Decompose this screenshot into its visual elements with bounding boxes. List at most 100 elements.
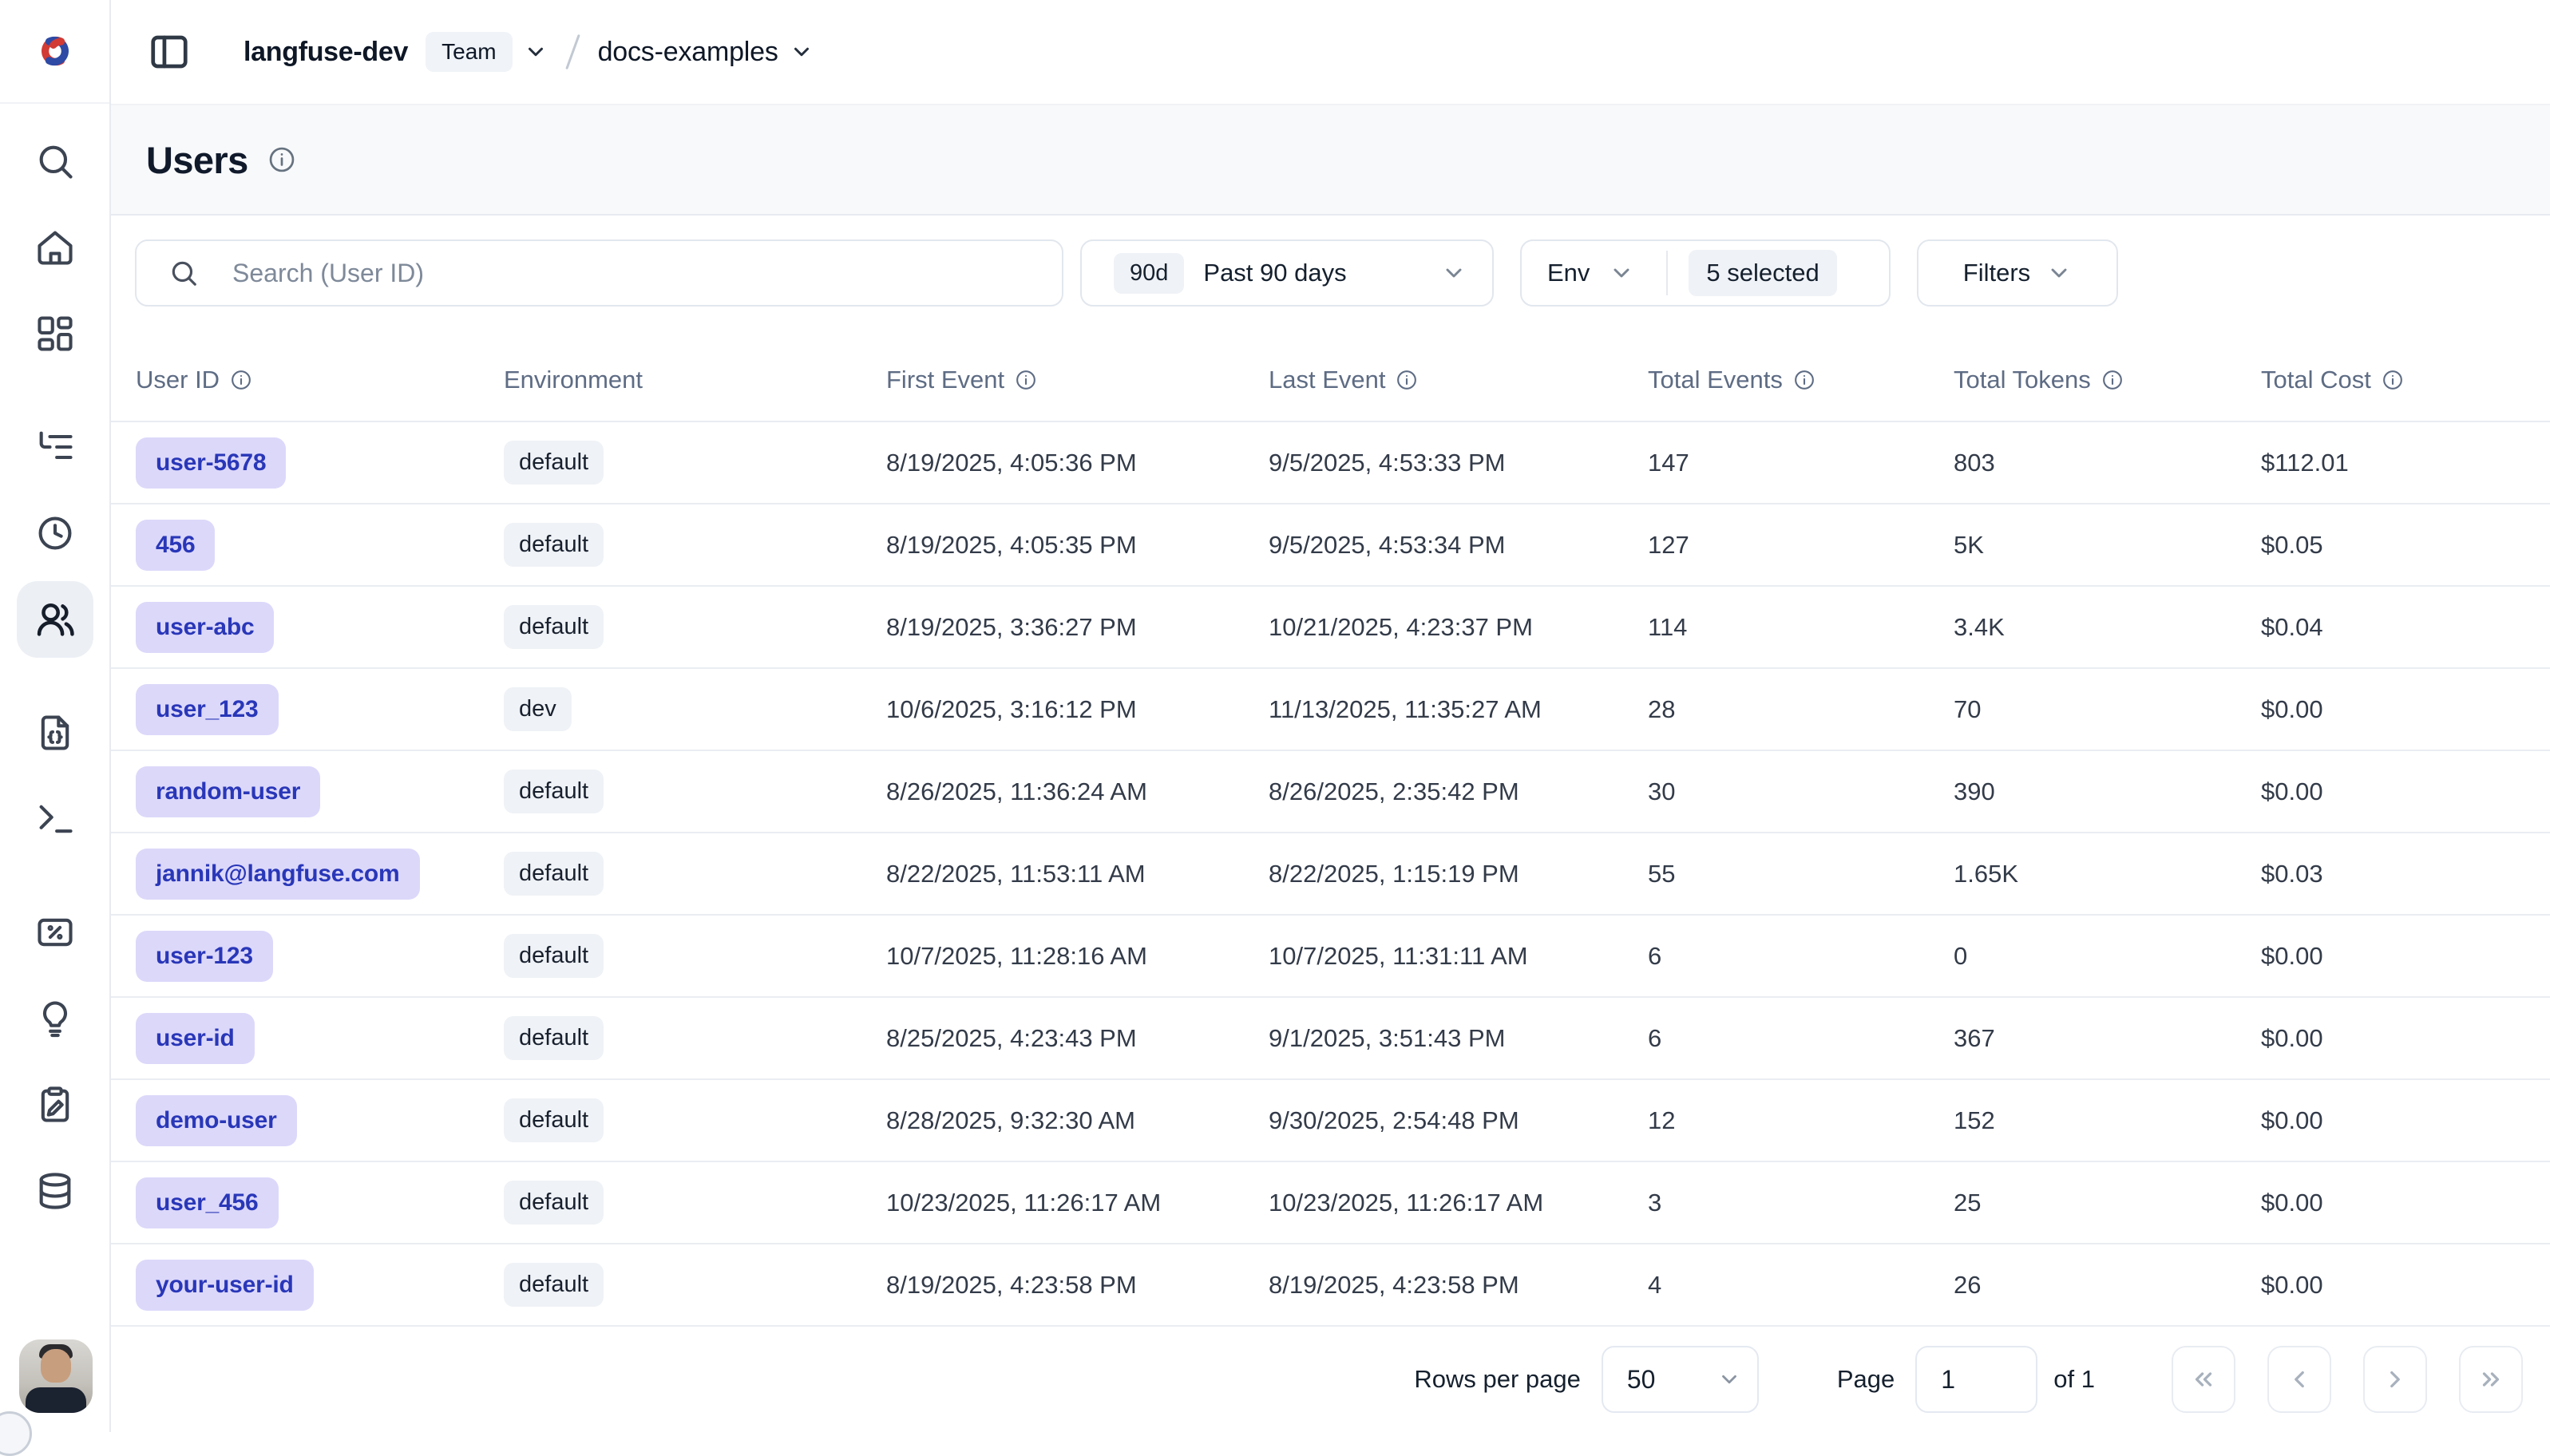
environment-cell: default xyxy=(504,441,886,485)
user-id-badge[interactable]: user-abc xyxy=(136,602,274,653)
table-row[interactable]: user-abcdefault8/19/2025, 3:36:27 PM10/2… xyxy=(111,587,2550,669)
first-event-cell: 8/26/2025, 11:36:24 AM xyxy=(886,777,1269,806)
sidebar-item-prompts[interactable] xyxy=(17,781,93,857)
table-row[interactable]: user-iddefault8/25/2025, 4:23:43 PM9/1/2… xyxy=(111,998,2550,1080)
sidebar-item-dashboards[interactable] xyxy=(17,295,93,372)
breadcrumb-project[interactable]: docs-examples xyxy=(598,37,778,68)
user-id-badge[interactable]: random-user xyxy=(136,766,320,817)
table-row[interactable]: user-5678default8/19/2025, 4:05:36 PM9/5… xyxy=(111,422,2550,504)
user-id-cell: user-5678 xyxy=(136,437,504,489)
time-range-button[interactable]: 90d Past 90 days xyxy=(1080,239,1494,307)
user-id-badge[interactable]: user_123 xyxy=(136,684,279,735)
rows-per-page-select[interactable]: 50 xyxy=(1602,1346,1759,1413)
column-header-environment[interactable]: Environment xyxy=(504,366,886,394)
sidebar-item-users[interactable] xyxy=(17,581,93,658)
user-id-badge[interactable]: user-id xyxy=(136,1013,255,1064)
first-event-cell: 8/25/2025, 4:23:43 PM xyxy=(886,1024,1269,1053)
total-tokens-cell: 25 xyxy=(1954,1189,2261,1217)
total-tokens-cell: 70 xyxy=(1954,695,2261,724)
user-id-cell: jannik@langfuse.com xyxy=(136,849,504,900)
total-tokens-cell: 152 xyxy=(1954,1106,2261,1135)
users-icon xyxy=(34,599,76,640)
table-row[interactable]: 456default8/19/2025, 4:05:35 PM9/5/2025,… xyxy=(111,504,2550,587)
chevron-down-icon xyxy=(1609,260,1634,286)
first-event-cell: 10/23/2025, 11:26:17 AM xyxy=(886,1189,1269,1217)
column-header-total-events[interactable]: Total Events xyxy=(1648,366,1954,394)
next-page-button[interactable] xyxy=(2363,1346,2427,1413)
user-id-badge[interactable]: demo-user xyxy=(136,1095,297,1146)
previous-page-button[interactable] xyxy=(2267,1346,2331,1413)
user-id-badge[interactable]: user_456 xyxy=(136,1177,279,1228)
lightbulb-icon xyxy=(34,998,76,1039)
total-events-cell: 28 xyxy=(1648,695,1954,724)
chevron-down-icon xyxy=(1441,260,1467,286)
last-page-button[interactable] xyxy=(2459,1346,2523,1413)
user-avatar[interactable] xyxy=(19,1339,93,1413)
sidebar-item-sessions[interactable] xyxy=(17,495,93,572)
table-row[interactable]: demo-userdefault8/28/2025, 9:32:30 AM9/3… xyxy=(111,1080,2550,1162)
environment-badge: default xyxy=(504,934,604,978)
total-cost-cell: $0.05 xyxy=(2261,531,2550,560)
total-events-cell: 6 xyxy=(1648,1024,1954,1053)
user-id-badge[interactable]: user-5678 xyxy=(136,437,286,489)
info-icon[interactable] xyxy=(267,145,296,174)
table-body: user-5678default8/19/2025, 4:05:36 PM9/5… xyxy=(111,422,2550,1327)
total-cost-cell: $0.00 xyxy=(2261,1106,2550,1135)
user-id-cell: user-abc xyxy=(136,602,504,653)
column-header-last-event[interactable]: Last Event xyxy=(1269,366,1648,394)
table-row[interactable]: user_456default10/23/2025, 11:26:17 AM10… xyxy=(111,1162,2550,1244)
first-event-cell: 8/22/2025, 11:53:11 AM xyxy=(886,860,1269,888)
total-events-cell: 3 xyxy=(1648,1189,1954,1217)
chevron-down-icon[interactable] xyxy=(790,40,814,64)
total-tokens-cell: 390 xyxy=(1954,777,2261,806)
sidebar-item-insights[interactable] xyxy=(17,980,93,1057)
column-header-total-cost[interactable]: Total Cost xyxy=(2261,366,2550,394)
environment-badge: default xyxy=(504,1098,604,1142)
column-header-total-tokens[interactable]: Total Tokens xyxy=(1954,366,2261,394)
column-header-first-event[interactable]: First Event xyxy=(886,366,1269,394)
terminal-prompt-icon xyxy=(34,798,76,840)
sidebar-item-storage[interactable] xyxy=(17,1153,93,1229)
sidebar-item-annotation[interactable] xyxy=(17,1066,93,1143)
sidebar-item-search[interactable] xyxy=(17,123,93,200)
page-number-input[interactable] xyxy=(1915,1346,2037,1413)
first-event-cell: 10/7/2025, 11:28:16 AM xyxy=(886,942,1269,971)
first-event-cell: 8/28/2025, 9:32:30 AM xyxy=(886,1106,1269,1135)
total-tokens-cell: 1.65K xyxy=(1954,860,2261,888)
table-row[interactable]: user_123dev10/6/2025, 3:16:12 PM11/13/20… xyxy=(111,669,2550,751)
list-tree-icon xyxy=(34,426,76,468)
chevron-right-icon xyxy=(2382,1366,2409,1393)
sidebar-item-evaluators[interactable] xyxy=(17,894,93,971)
user-id-badge[interactable]: jannik@langfuse.com xyxy=(136,849,420,900)
column-header-user-id[interactable]: User ID xyxy=(136,366,504,394)
user-id-cell: user-123 xyxy=(136,931,504,982)
langfuse-logo[interactable] xyxy=(0,0,109,104)
user-id-cell: demo-user xyxy=(136,1095,504,1146)
search-input[interactable] xyxy=(232,259,1062,288)
chevron-down-icon[interactable] xyxy=(524,40,548,64)
table-row[interactable]: jannik@langfuse.comdefault8/22/2025, 11:… xyxy=(111,833,2550,916)
filters-label: Filters xyxy=(1963,259,2030,287)
first-page-button[interactable] xyxy=(2172,1346,2235,1413)
breadcrumb-org[interactable]: langfuse-dev xyxy=(244,37,408,68)
filters-button[interactable]: Filters xyxy=(1917,239,2118,307)
total-tokens-cell: 367 xyxy=(1954,1024,2261,1053)
table-row[interactable]: random-userdefault8/26/2025, 11:36:24 AM… xyxy=(111,751,2550,833)
sidebar-item-home[interactable] xyxy=(17,209,93,286)
sidebar-item-datasets[interactable] xyxy=(17,694,93,771)
environment-badge: default xyxy=(504,441,604,485)
avatar-face xyxy=(41,1349,71,1383)
search-box[interactable] xyxy=(135,239,1063,307)
sidebar-toggle-button[interactable] xyxy=(146,29,192,75)
user-id-badge[interactable]: 456 xyxy=(136,520,215,571)
table-row[interactable]: user-123default10/7/2025, 11:28:16 AM10/… xyxy=(111,916,2550,998)
topbar: langfuse-dev Team docs-examples xyxy=(111,0,2550,104)
user-id-badge[interactable]: your-user-id xyxy=(136,1260,314,1311)
time-range-label: Past 90 days xyxy=(1203,259,1422,287)
environment-filter-button[interactable]: Env 5 selected xyxy=(1520,239,1891,307)
total-cost-cell: $0.00 xyxy=(2261,695,2550,724)
user-id-badge[interactable]: user-123 xyxy=(136,931,273,982)
table-header-row: User ID Environment First Event Last Eve… xyxy=(111,338,2550,422)
sidebar-item-tracing[interactable] xyxy=(17,409,93,485)
table-row[interactable]: your-user-iddefault8/19/2025, 4:23:58 PM… xyxy=(111,1244,2550,1327)
